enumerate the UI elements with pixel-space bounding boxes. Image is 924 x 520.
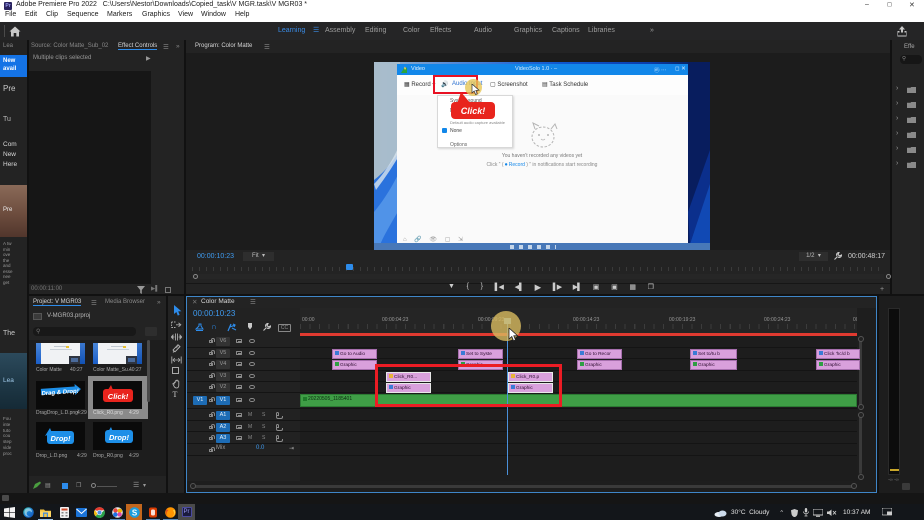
svg-text:S: S — [131, 508, 137, 517]
svg-text:Click!: Click! — [108, 392, 129, 401]
svg-text:Drop!: Drop! — [51, 434, 71, 443]
svg-text:Drag & Drop!: Drag & Drop! — [41, 389, 79, 398]
svg-text:Drop!: Drop! — [109, 433, 129, 442]
svg-text:Click!: Click! — [461, 106, 486, 116]
